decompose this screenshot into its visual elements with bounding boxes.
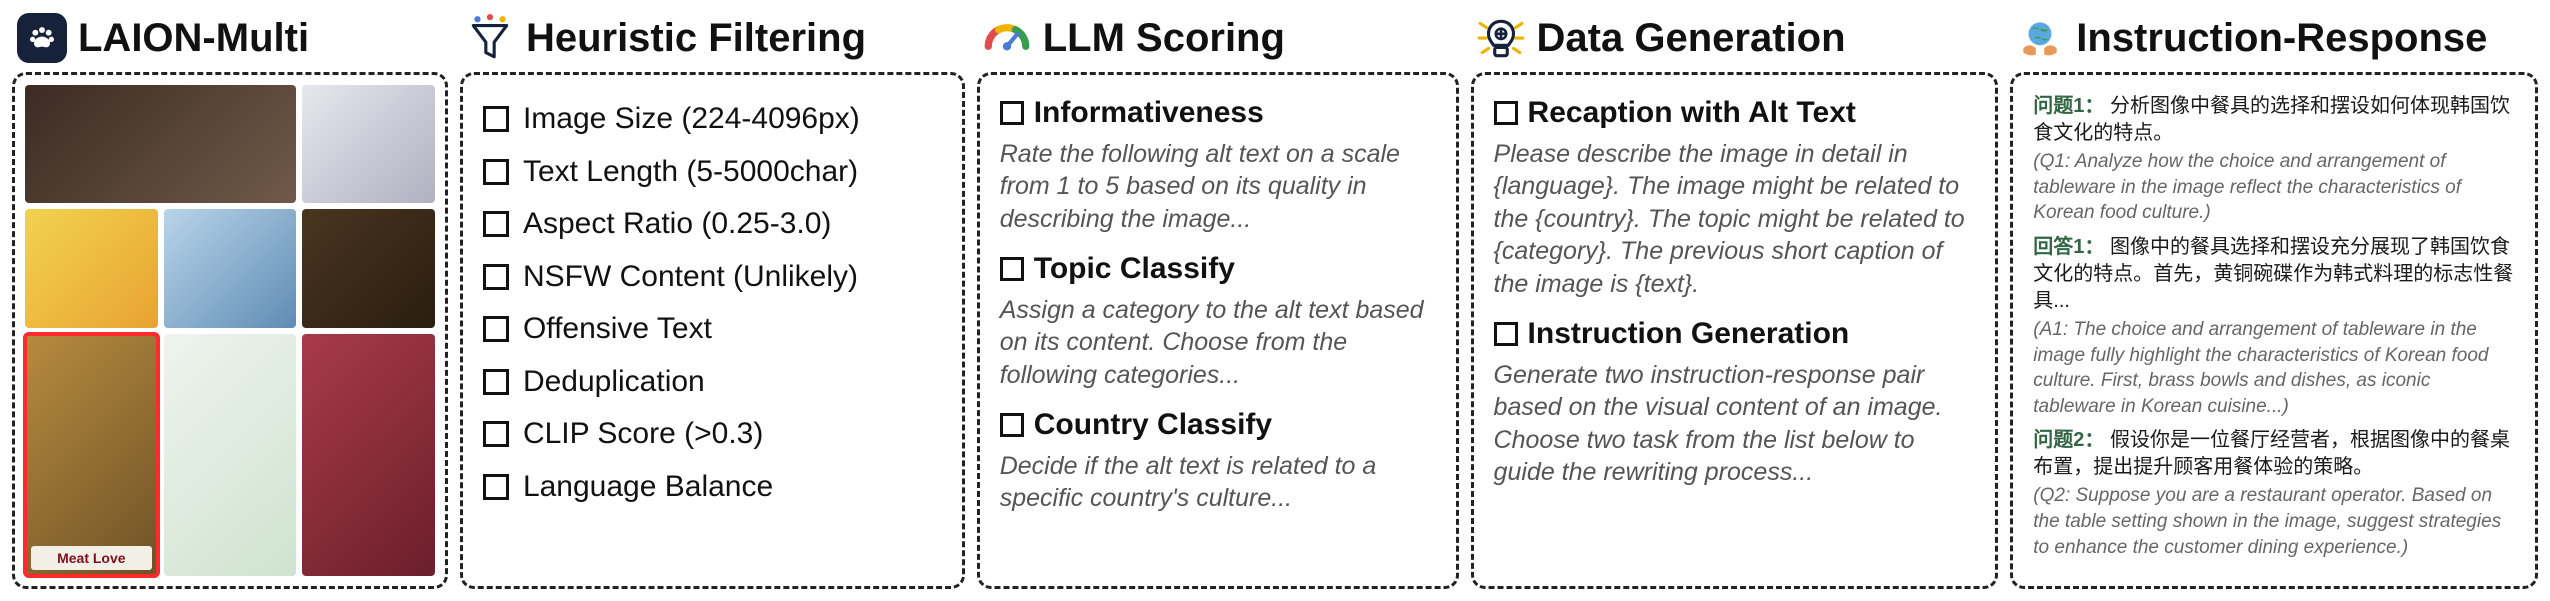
section-head: Instruction Generation	[1494, 314, 1976, 355]
ir-q1-text: 分析图像中餐具的选择和摆设如何体现韩国饮食文化的特点。	[2033, 95, 2510, 144]
checkbox-icon	[483, 421, 509, 447]
scoring-section: Informativeness Rate the following alt t…	[1000, 93, 1436, 235]
filter-checklist: Image Size (224-4096px) Text Length (5-5…	[483, 93, 942, 513]
thumbnail-label: Meat Love	[31, 546, 152, 571]
scoring-section: Topic Classify Assign a category to the …	[1000, 249, 1436, 391]
section-title: Topic Classify	[1034, 249, 1235, 290]
stage-title: Heuristic Filtering	[526, 16, 866, 61]
stage-generation: Data Generation Recaption with Alt Text …	[1471, 12, 1999, 589]
thumbnail	[25, 209, 158, 327]
filter-item: Image Size (224-4096px)	[483, 93, 942, 146]
globe-hands-icon	[2014, 12, 2066, 64]
ir-question: 问题1： 分析图像中餐具的选择和摆设如何体现韩国饮食文化的特点。	[2033, 93, 2515, 147]
thumbnail	[164, 334, 297, 577]
section-title: Country Classify	[1034, 405, 1272, 446]
ir-q1-label: 问题1：	[2033, 95, 2104, 117]
section-desc: Assign a category to the alt text based …	[1000, 294, 1436, 392]
stage-title: Data Generation	[1537, 16, 1846, 61]
filter-item: Text Length (5-5000char)	[483, 146, 942, 199]
section-desc: Please describe the image in detail in {…	[1494, 138, 1976, 301]
filter-item: Offensive Text	[483, 303, 942, 356]
thumbnail-highlighted: Meat Love	[25, 334, 158, 577]
filter-item-label: Image Size (224-4096px)	[523, 99, 860, 140]
section-title: Instruction Generation	[1528, 314, 1850, 355]
ir-q2-text: 假设你是一位餐厅经营者，根据图像中的餐桌布置，提出提升顾客用餐体验的策略。	[2033, 429, 2510, 478]
stage-instruction-response: Instruction-Response 问题1： 分析图像中餐具的选择和摆设如…	[2010, 12, 2538, 589]
filter-item-label: Aspect Ratio (0.25-3.0)	[523, 204, 831, 245]
filter-item-label: Offensive Text	[523, 309, 712, 350]
ir-a1-text: 图像中的餐具选择和摆设充分展现了韩国饮食文化的特点。首先，黄铜碗碟作为韩式料理的…	[2033, 236, 2513, 312]
checkbox-icon	[1494, 101, 1518, 125]
section-head: Informativeness	[1000, 93, 1436, 134]
generation-section: Instruction Generation Generate two inst…	[1494, 314, 1976, 489]
stage-header: LAION-Multi	[12, 12, 448, 64]
checkbox-icon	[483, 316, 509, 342]
filter-item-label: Text Length (5-5000char)	[523, 152, 858, 193]
ir-q2-translation: (Q2: Suppose you are a restaurant operat…	[2033, 483, 2515, 560]
stage-title: LAION-Multi	[78, 16, 309, 61]
filter-item: Aspect Ratio (0.25-3.0)	[483, 198, 942, 251]
checkbox-icon	[483, 264, 509, 290]
stage-header: LLM Scoring	[977, 12, 1459, 64]
stage-header: Instruction-Response	[2010, 12, 2538, 64]
filter-item-label: Deduplication	[523, 362, 705, 403]
thumbnail	[164, 209, 297, 327]
generation-section: Recaption with Alt Text Please describe …	[1494, 93, 1976, 300]
section-head: Topic Classify	[1000, 249, 1436, 290]
thumbnail	[302, 85, 435, 203]
section-head: Country Classify	[1000, 405, 1436, 446]
stage-title: LLM Scoring	[1043, 16, 1285, 61]
filter-item-label: Language Balance	[523, 467, 773, 508]
pipeline-diagram: LAION-Multi Meat Love	[12, 12, 2538, 589]
checkbox-icon	[1000, 413, 1024, 437]
stage-filtering: Heuristic Filtering Image Size (224-4096…	[460, 12, 965, 589]
filter-item: Language Balance	[483, 461, 942, 514]
filter-item: NSFW Content (Unlikely)	[483, 251, 942, 304]
stage-scoring: LLM Scoring Informativeness Rate the fol…	[977, 12, 1459, 589]
checkbox-icon	[483, 106, 509, 132]
checkbox-icon	[1000, 101, 1024, 125]
scoring-section: Country Classify Decide if the alt text …	[1000, 405, 1436, 515]
image-thumbnail-grid: Meat Love	[25, 85, 435, 576]
filter-item-label: NSFW Content (Unlikely)	[523, 257, 858, 298]
stage-body-scoring: Informativeness Rate the following alt t…	[977, 72, 1459, 589]
checkbox-icon	[483, 369, 509, 395]
section-desc: Decide if the alt text is related to a s…	[1000, 450, 1436, 515]
section-desc: Generate two instruction-response pair b…	[1494, 359, 1976, 489]
section-title: Recaption with Alt Text	[1528, 93, 1856, 134]
stage-laion: LAION-Multi Meat Love	[12, 12, 448, 589]
checkbox-icon	[483, 474, 509, 500]
ir-question: 问题2： 假设你是一位餐厅经营者，根据图像中的餐桌布置，提出提升顾客用餐体验的策…	[2033, 427, 2515, 481]
filter-item: Deduplication	[483, 356, 942, 409]
section-desc: Rate the following alt text on a scale f…	[1000, 138, 1436, 236]
stage-header: Data Generation	[1471, 12, 1999, 64]
ir-answer: 回答1： 图像中的餐具选择和摆设充分展现了韩国饮食文化的特点。首先，黄铜碗碟作为…	[2033, 234, 2515, 315]
checkbox-icon	[483, 211, 509, 237]
stage-body-filtering: Image Size (224-4096px) Text Length (5-5…	[460, 72, 965, 589]
section-title: Informativeness	[1034, 93, 1264, 134]
stage-body-generation: Recaption with Alt Text Please describe …	[1471, 72, 1999, 589]
thumbnail	[25, 85, 296, 203]
stage-body-ir: 问题1： 分析图像中餐具的选择和摆设如何体现韩国饮食文化的特点。 (Q1: An…	[2010, 72, 2538, 589]
filter-item: CLIP Score (>0.3)	[483, 408, 942, 461]
ir-q2-label: 问题2：	[2033, 429, 2104, 451]
checkbox-icon	[1000, 257, 1024, 281]
ir-a1-translation: (A1: The choice and arrangement of table…	[2033, 317, 2515, 420]
thumbnail	[302, 209, 435, 327]
section-head: Recaption with Alt Text	[1494, 93, 1976, 134]
paw-icon	[16, 12, 68, 64]
gauge-icon	[981, 12, 1033, 64]
stage-header: Heuristic Filtering	[460, 12, 965, 64]
lightbulb-icon	[1475, 12, 1527, 64]
stage-title: Instruction-Response	[2076, 16, 2487, 61]
stage-body-laion: Meat Love	[12, 72, 448, 589]
filter-item-label: CLIP Score (>0.3)	[523, 414, 763, 455]
checkbox-icon	[483, 159, 509, 185]
funnel-icon	[464, 12, 516, 64]
ir-a1-label: 回答1：	[2033, 236, 2104, 258]
checkbox-icon	[1494, 322, 1518, 346]
ir-q1-translation: (Q1: Analyze how the choice and arrangem…	[2033, 149, 2515, 226]
thumbnail	[302, 334, 435, 577]
